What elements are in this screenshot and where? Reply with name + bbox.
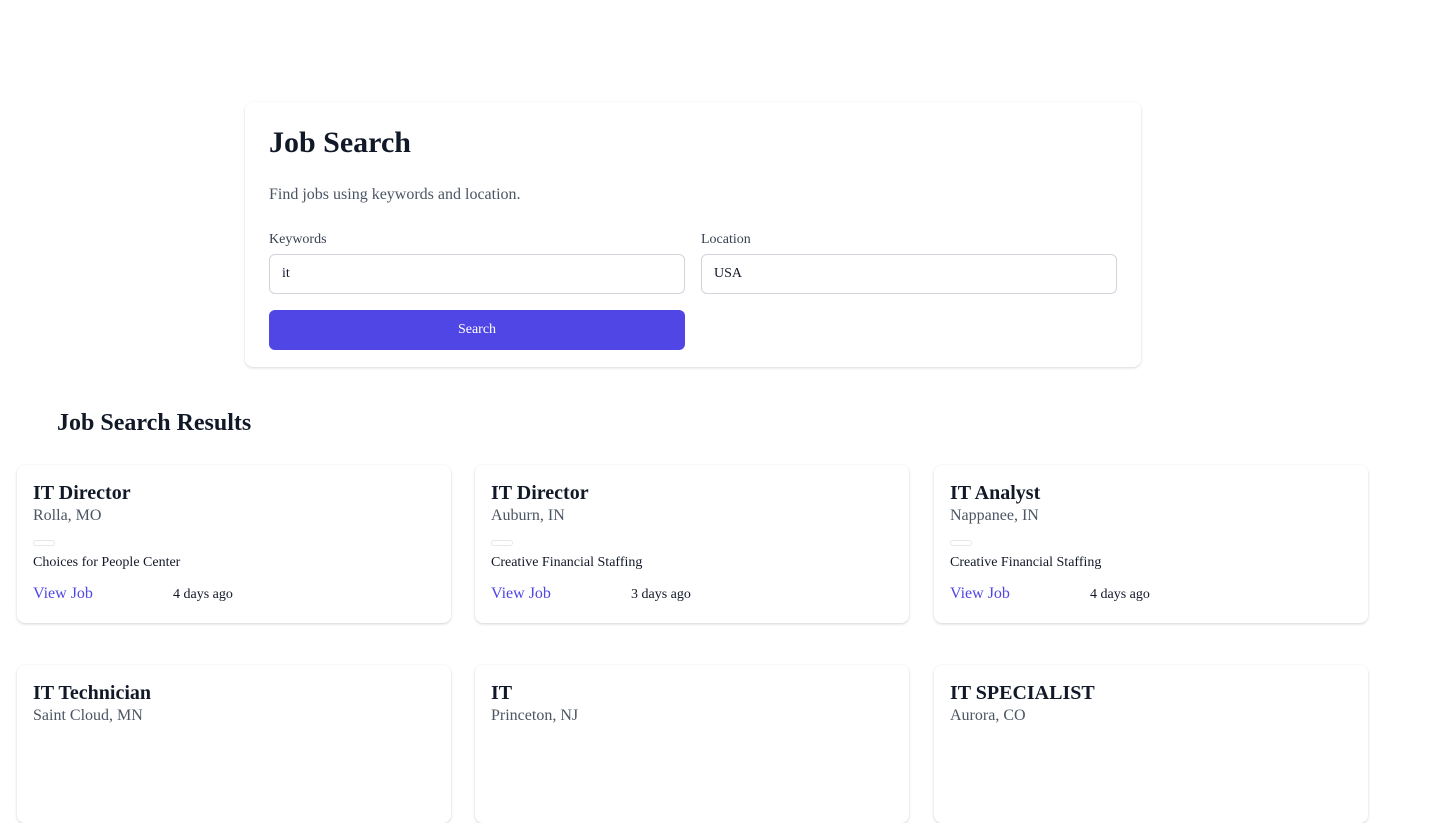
- view-job-link[interactable]: View Job: [33, 585, 173, 603]
- job-card: IT Princeton, NJ: [475, 665, 909, 823]
- job-tag: [950, 540, 972, 546]
- job-footer: View Job 3 days ago: [491, 583, 893, 604]
- job-tag: [33, 540, 55, 546]
- job-title: IT Analyst: [950, 482, 1041, 504]
- keywords-input[interactable]: [269, 254, 685, 294]
- job-location: Auburn, IN: [491, 507, 565, 524]
- search-button[interactable]: Search: [269, 310, 685, 350]
- job-location: Nappanee, IN: [950, 507, 1039, 524]
- job-company: Creative Financial Staffing: [950, 555, 1102, 570]
- job-title: IT Director: [33, 482, 131, 504]
- job-card: IT Director Rolla, MO Choices for People…: [17, 465, 451, 623]
- job-tag: [491, 540, 513, 546]
- page-title: Job Search: [269, 126, 411, 159]
- job-footer: View Job 4 days ago: [33, 583, 435, 604]
- keywords-label: Keywords: [269, 232, 327, 247]
- location-label: Location: [701, 232, 751, 247]
- search-fields: Keywords Location: [269, 232, 1117, 294]
- view-job-link[interactable]: View Job: [491, 585, 631, 603]
- job-title: IT Technician: [33, 682, 152, 704]
- job-title: IT SPECIALIST: [950, 682, 1095, 704]
- job-posted-date: 3 days ago: [631, 587, 691, 602]
- job-company: Choices for People Center: [33, 555, 181, 570]
- job-card: IT Analyst Nappanee, IN Creative Financi…: [934, 465, 1368, 623]
- job-title: IT Director: [491, 482, 589, 504]
- job-location: Rolla, MO: [33, 507, 102, 524]
- page-subtitle: Find jobs using keywords and location.: [269, 186, 521, 203]
- job-card: IT Director Auburn, IN Creative Financia…: [475, 465, 909, 623]
- job-title: IT: [491, 682, 513, 704]
- job-company: Creative Financial Staffing: [491, 555, 643, 570]
- results-title: Job Search Results: [57, 410, 252, 436]
- job-location: Saint Cloud, MN: [33, 707, 143, 724]
- location-field: Location: [701, 232, 1117, 294]
- job-location: Princeton, NJ: [491, 707, 579, 724]
- location-input[interactable]: [701, 254, 1117, 294]
- job-card: IT Technician Saint Cloud, MN: [17, 665, 451, 823]
- job-posted-date: 4 days ago: [1090, 587, 1150, 602]
- keywords-field: Keywords: [269, 232, 685, 294]
- job-footer: View Job 4 days ago: [950, 583, 1352, 604]
- job-card: IT SPECIALIST Aurora, CO: [934, 665, 1368, 823]
- job-search-card: Job Search Find jobs using keywords and …: [245, 102, 1141, 367]
- job-location: Aurora, CO: [950, 707, 1026, 724]
- job-posted-date: 4 days ago: [173, 587, 233, 602]
- view-job-link[interactable]: View Job: [950, 585, 1090, 603]
